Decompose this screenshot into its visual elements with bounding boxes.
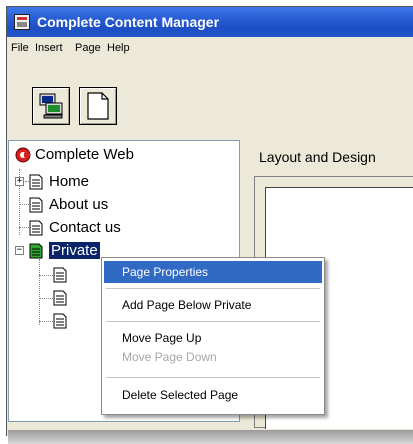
menu-help[interactable]: Help	[107, 42, 130, 54]
menu-insert[interactable]: Insert	[35, 42, 63, 54]
page-icon[interactable]	[53, 290, 67, 306]
page-icon	[29, 174, 43, 190]
page-properties-item[interactable]: Page Properties	[104, 261, 322, 283]
move-page-down-item: Move Page Down	[104, 346, 322, 368]
page-icon	[29, 220, 43, 236]
menu-separator	[106, 377, 320, 378]
tree-line	[39, 259, 40, 325]
menu-file[interactable]: File	[11, 42, 29, 54]
menu-bar: File Insert Page Help	[7, 38, 413, 58]
add-page-below-item[interactable]: Add Page Below Private	[104, 294, 322, 316]
layout-design-heading: Layout and Design	[259, 149, 376, 165]
menu-item-label: Move Page Up	[122, 331, 202, 345]
window-title: Complete Content Manager	[37, 14, 220, 30]
tree-item-home[interactable]: Home	[29, 173, 179, 191]
window-bottom-edge	[8, 430, 413, 444]
app-icon	[14, 14, 30, 30]
tree-line	[39, 275, 53, 276]
menu-item-label: Add Page Below Private	[122, 298, 252, 312]
menu-separator	[106, 288, 320, 289]
page-icon[interactable]	[53, 267, 67, 283]
tree-item-label-selected: Private	[49, 242, 100, 259]
tree-item-about[interactable]: About us	[29, 196, 179, 214]
new-page-button[interactable]	[79, 87, 117, 125]
menu-separator	[106, 321, 320, 322]
title-bar[interactable]: Complete Content Manager	[7, 7, 413, 37]
tree-item-label: Contact us	[49, 219, 121, 236]
menu-item-label: Page Properties	[122, 265, 209, 279]
tree-line	[39, 321, 53, 322]
toolbar	[7, 59, 413, 149]
menu-item-label: Move Page Down	[122, 350, 217, 364]
page-icon[interactable]	[53, 313, 67, 329]
collapse-private-toggle[interactable]: −	[15, 246, 24, 255]
tree-item-label: About us	[49, 196, 109, 213]
context-menu: Page Properties Add Page Below Private M…	[101, 257, 325, 415]
tree-line	[39, 298, 53, 299]
menu-page[interactable]: Page	[75, 42, 101, 54]
tree-item-label: Home	[49, 173, 90, 190]
private-page-icon	[29, 243, 43, 259]
expand-home-toggle[interactable]: +	[15, 177, 24, 186]
blank-page-icon	[87, 92, 109, 120]
tree-root[interactable]: Complete Web	[15, 146, 215, 164]
tree-item-contact[interactable]: Contact us	[29, 219, 179, 237]
computer-button[interactable]	[32, 87, 70, 125]
page-icon	[29, 197, 43, 213]
website-icon	[15, 147, 31, 163]
delete-page-item[interactable]: Delete Selected Page	[104, 384, 322, 406]
menu-item-label: Delete Selected Page	[122, 388, 239, 402]
computer-icon	[39, 93, 63, 119]
tree-root-label: Complete Web	[35, 146, 134, 163]
